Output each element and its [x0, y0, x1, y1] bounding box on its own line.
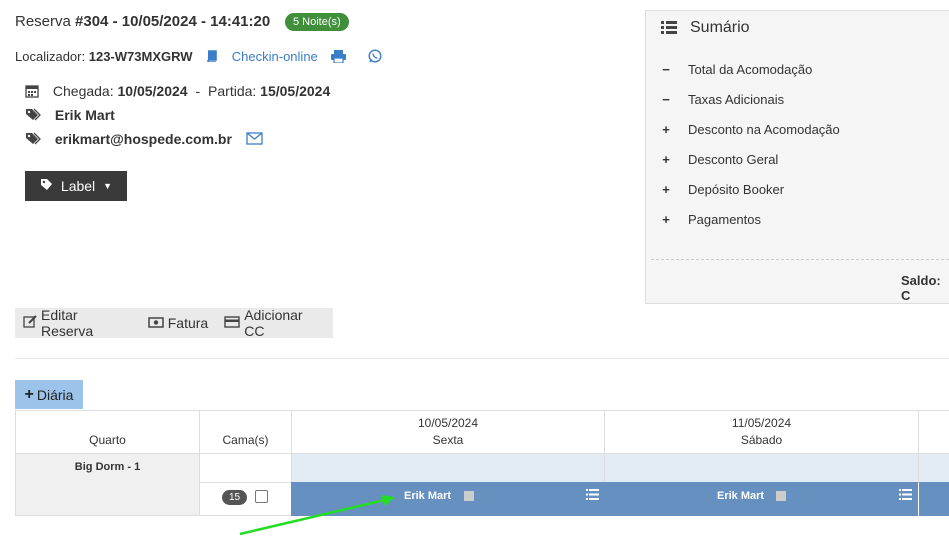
- booking-bar[interactable]: Erik Mart: [605, 482, 918, 516]
- dates-row: Chegada: 10/05/2024 - Partida: 15/05/202…: [25, 83, 330, 101]
- grid-header-day: 10/05/2024 Sexta: [291, 410, 605, 454]
- summary-row-desconto-acomodacao[interactable]: + Desconto na Acomodação: [660, 122, 840, 137]
- plus-icon: +: [662, 152, 670, 167]
- edit-icon: [23, 315, 37, 331]
- bed-header-cell: [199, 453, 292, 483]
- invoice-button[interactable]: Fatura: [140, 315, 216, 331]
- arrival-label: Chegada:: [52, 83, 114, 99]
- plus-icon: +: [662, 182, 670, 197]
- grid-header-room: Quarto: [15, 410, 200, 454]
- day-cell[interactable]: [291, 453, 605, 483]
- departure-label: Partida:: [208, 83, 257, 99]
- calendar-icon: [25, 84, 39, 101]
- booking-checkbox[interactable]: [776, 491, 786, 501]
- actions-bar: Editar Reserva Fatura Adicionar CC: [15, 307, 333, 339]
- guest-name: Erik Mart: [54, 107, 115, 123]
- minus-icon: −: [662, 92, 670, 107]
- summary-row-label: Depósito Booker: [688, 182, 785, 197]
- title-main: #304 - 10/05/2024 - 14:41:20: [75, 13, 271, 30]
- list-icon[interactable]: [899, 489, 912, 503]
- tags-icon: [25, 108, 41, 124]
- booking-guest-name: Erik Mart: [404, 490, 452, 502]
- summary-row-deposito-booker[interactable]: + Depósito Booker: [660, 182, 784, 197]
- guest-name-row: Erik Mart: [25, 107, 115, 124]
- plus-icon: +: [662, 122, 670, 137]
- label-button[interactable]: Label ▼: [25, 171, 127, 201]
- nights-badge: 5 Noite(s): [285, 13, 349, 31]
- envelope-icon[interactable]: [246, 132, 263, 148]
- section-divider: [15, 358, 949, 359]
- summary-row-label: Total da Acomodação: [688, 62, 813, 77]
- title-prefix: Reserva: [15, 13, 76, 30]
- booking-bar[interactable]: [919, 482, 949, 516]
- summary-row-label: Taxas Adicionais: [688, 92, 785, 107]
- annotation-arrow: [239, 495, 395, 536]
- tag-icon: [40, 178, 53, 194]
- saldo-label: Saldo: C: [901, 273, 941, 303]
- day-weekday: Sexta: [432, 433, 464, 447]
- day-date: 10/05/2024: [417, 416, 479, 430]
- credit-card-icon: [224, 315, 240, 331]
- list-icon[interactable]: [586, 489, 599, 503]
- grid-header-day: 11/05/2024 Sábado: [604, 410, 919, 454]
- checkin-online-link[interactable]: Checkin-online: [232, 49, 318, 64]
- list-icon: [661, 21, 677, 37]
- add-diaria-label: Diária: [36, 386, 74, 403]
- day-date: 11/05/2024: [731, 416, 792, 430]
- grid-header-beds: Cama(s): [199, 410, 292, 454]
- day-weekday: Sábado: [740, 433, 783, 447]
- reservation-title: Reserva #304 - 10/05/2024 - 14:41:20: [15, 13, 270, 30]
- summary-row-total-acomodacao[interactable]: − Total da Acomodação: [660, 62, 812, 77]
- caret-down-icon: ▼: [103, 181, 113, 191]
- add-cc-button[interactable]: Adicionar CC: [216, 307, 333, 339]
- grid-header-day-partial: [918, 410, 949, 454]
- plus-icon: +: [662, 212, 670, 227]
- booking-checkbox[interactable]: [464, 491, 474, 501]
- localizador-label: Localizador:: [15, 49, 86, 64]
- tags-icon: [25, 132, 41, 148]
- guest-email-row: erikmart@hospede.com.br: [25, 131, 273, 148]
- room-cell: Big Dorm - 1: [15, 453, 200, 516]
- summary-divider: [651, 259, 949, 260]
- edit-reservation-button[interactable]: Editar Reserva: [15, 307, 140, 339]
- summary-row-label: Desconto na Acomodação: [688, 122, 840, 137]
- add-cc-label: Adicionar CC: [244, 307, 303, 339]
- add-diaria-button[interactable]: + Diária: [15, 380, 83, 409]
- day-cell[interactable]: [604, 453, 919, 483]
- day-cell[interactable]: [918, 453, 949, 483]
- summary-row-desconto-geral[interactable]: + Desconto Geral: [660, 152, 778, 167]
- summary-title: Sumário: [690, 19, 750, 36]
- summary-row-label: Desconto Geral: [688, 152, 779, 167]
- label-button-text: Label: [60, 178, 96, 194]
- plus-icon: +: [24, 385, 34, 403]
- guest-email: erikmart@hospede.com.br: [54, 131, 232, 147]
- invoice-label: Fatura: [167, 315, 209, 331]
- room-name: Big Dorm - 1: [74, 461, 141, 473]
- arrival-date: 10/05/2024: [117, 83, 188, 99]
- minus-icon: −: [662, 62, 670, 77]
- departure-date: 15/05/2024: [260, 83, 331, 99]
- summary-row-label: Pagamentos: [688, 212, 761, 227]
- dates-separator: -: [195, 83, 201, 99]
- whatsapp-icon[interactable]: [368, 49, 382, 66]
- summary-row-pagamentos[interactable]: + Pagamentos: [660, 212, 761, 227]
- print-icon[interactable]: [331, 49, 347, 66]
- summary-row-taxas-adicionais[interactable]: − Taxas Adicionais: [660, 92, 784, 107]
- booking-guest-name: Erik Mart: [717, 490, 765, 502]
- room-column-header: Quarto: [89, 433, 126, 447]
- localizador-value: 123-W73MXGRW: [88, 49, 193, 64]
- money-icon: [148, 315, 164, 331]
- beds-column-header: Cama(s): [222, 433, 269, 447]
- edit-reservation-label: Editar Reserva: [41, 307, 94, 339]
- book-icon[interactable]: [206, 50, 218, 65]
- localizador-row: Localizador: 123-W73MXGRW Checkin-online: [15, 49, 382, 66]
